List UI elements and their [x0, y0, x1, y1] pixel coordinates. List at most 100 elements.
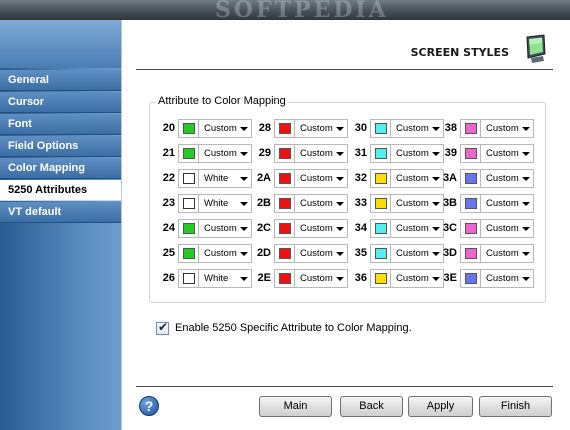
chevron-down-icon[interactable]	[336, 127, 344, 131]
chevron-down-icon[interactable]	[336, 202, 344, 206]
chevron-down-icon[interactable]	[336, 277, 344, 281]
chevron-down-icon[interactable]	[522, 277, 530, 281]
sidebar-item-font[interactable]: Font	[0, 114, 121, 135]
enable-mapping-checkbox[interactable]: ✔	[156, 320, 169, 335]
color-select[interactable]: Custom	[481, 169, 534, 188]
sidebar-item-5250-attributes[interactable]: 5250 Attributes	[0, 180, 121, 201]
color-select[interactable]: Custom	[481, 119, 534, 138]
attribute-code: 2B	[256, 197, 271, 209]
color-select-value: Custom	[396, 273, 429, 284]
color-select[interactable]: Custom	[481, 269, 534, 288]
color-select[interactable]: Custom	[481, 194, 534, 213]
sidebar-item-color-mapping[interactable]: Color Mapping	[0, 158, 121, 179]
color-select[interactable]: Custom	[199, 244, 252, 263]
chevron-down-icon[interactable]	[336, 227, 344, 231]
chevron-down-icon[interactable]	[336, 177, 344, 181]
chevron-down-icon[interactable]	[522, 152, 530, 156]
chevron-down-icon[interactable]	[522, 252, 530, 256]
color-swatch[interactable]	[370, 269, 391, 288]
chevron-down-icon[interactable]	[240, 127, 248, 131]
color-swatch[interactable]	[460, 169, 481, 188]
color-swatch[interactable]	[370, 244, 391, 263]
color-select-value: White	[204, 173, 229, 184]
color-select[interactable]: Custom	[391, 144, 444, 163]
color-select[interactable]: White	[199, 269, 252, 288]
color-swatch[interactable]	[274, 269, 295, 288]
color-select[interactable]: Custom	[391, 194, 444, 213]
color-fill	[279, 148, 291, 159]
color-select[interactable]: Custom	[391, 244, 444, 263]
chevron-down-icon[interactable]	[336, 252, 344, 256]
color-swatch[interactable]	[460, 219, 481, 238]
color-select[interactable]: Custom	[481, 219, 534, 238]
color-select[interactable]: Custom	[295, 244, 348, 263]
color-swatch[interactable]	[274, 169, 295, 188]
color-swatch[interactable]	[178, 144, 199, 163]
sidebar-item-general[interactable]: General	[0, 70, 121, 91]
attribute-code: 25	[162, 247, 175, 259]
chevron-down-icon[interactable]	[240, 177, 248, 181]
color-swatch[interactable]	[178, 169, 199, 188]
sidebar-item-field-options[interactable]: Field Options	[0, 136, 121, 157]
back-button[interactable]: Back	[340, 396, 403, 417]
main-button[interactable]: Main	[259, 396, 332, 417]
finish-button[interactable]: Finish	[479, 396, 552, 417]
color-select[interactable]: White	[199, 194, 252, 213]
color-select[interactable]: Custom	[295, 144, 348, 163]
chevron-down-icon[interactable]	[522, 202, 530, 206]
color-swatch[interactable]	[460, 194, 481, 213]
color-select[interactable]: Custom	[481, 144, 534, 163]
color-swatch[interactable]	[178, 119, 199, 138]
color-swatch[interactable]	[460, 244, 481, 263]
color-swatch[interactable]	[178, 244, 199, 263]
sidebar-item-vt-default[interactable]: VT default	[0, 202, 121, 223]
color-select[interactable]: Custom	[199, 219, 252, 238]
color-swatch[interactable]	[274, 119, 295, 138]
chevron-down-icon[interactable]	[240, 252, 248, 256]
color-swatch[interactable]	[274, 194, 295, 213]
apply-button[interactable]: Apply	[408, 396, 473, 417]
color-select[interactable]: Custom	[391, 119, 444, 138]
color-swatch[interactable]	[460, 119, 481, 138]
color-swatch[interactable]	[274, 219, 295, 238]
chevron-down-icon[interactable]	[240, 202, 248, 206]
chevron-down-icon[interactable]	[522, 177, 530, 181]
color-swatch[interactable]	[370, 219, 391, 238]
color-swatch[interactable]	[370, 119, 391, 138]
attribute-row-39: 39 Custom	[439, 144, 534, 163]
watermark: SOFTPEDIA	[215, 0, 389, 20]
color-select[interactable]: Custom	[295, 119, 348, 138]
color-swatch[interactable]	[370, 169, 391, 188]
help-icon[interactable]: ?	[139, 396, 159, 416]
chevron-down-icon[interactable]	[240, 152, 248, 156]
color-swatch[interactable]	[178, 269, 199, 288]
color-select[interactable]: Custom	[199, 119, 252, 138]
color-select[interactable]: Custom	[295, 219, 348, 238]
color-swatch[interactable]	[460, 144, 481, 163]
color-select-value: Custom	[396, 148, 429, 159]
color-swatch[interactable]	[370, 194, 391, 213]
chevron-down-icon[interactable]	[522, 227, 530, 231]
color-select[interactable]: Custom	[481, 244, 534, 263]
color-swatch[interactable]	[460, 269, 481, 288]
color-swatch[interactable]	[178, 219, 199, 238]
color-select[interactable]: White	[199, 169, 252, 188]
color-swatch[interactable]	[274, 144, 295, 163]
color-select[interactable]: Custom	[391, 219, 444, 238]
color-select[interactable]: Custom	[199, 144, 252, 163]
sidebar-item-cursor[interactable]: Cursor	[0, 92, 121, 113]
color-swatch[interactable]	[370, 144, 391, 163]
chevron-down-icon[interactable]	[240, 227, 248, 231]
color-select[interactable]: Custom	[295, 194, 348, 213]
chevron-down-icon[interactable]	[336, 152, 344, 156]
color-select[interactable]: Custom	[391, 169, 444, 188]
color-select[interactable]: Custom	[295, 269, 348, 288]
color-select[interactable]: Custom	[391, 269, 444, 288]
color-swatch[interactable]	[178, 194, 199, 213]
chevron-down-icon[interactable]	[522, 127, 530, 131]
color-select[interactable]: Custom	[295, 169, 348, 188]
color-swatch[interactable]	[274, 244, 295, 263]
chevron-down-icon[interactable]	[240, 277, 248, 281]
color-select-value: Custom	[486, 148, 519, 159]
enable-mapping-label[interactable]: Enable 5250 Specific Attribute to Color …	[175, 322, 412, 334]
